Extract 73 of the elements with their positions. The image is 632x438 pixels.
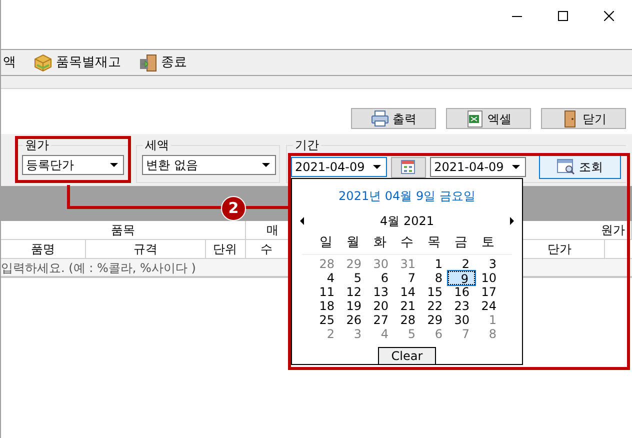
clear-button[interactable]: Clear	[378, 347, 436, 365]
column-header: 규격	[86, 240, 206, 258]
search-window-icon	[556, 159, 575, 175]
left-arrow-icon	[300, 217, 304, 225]
group-label: 원가	[23, 139, 51, 151]
calendar-day[interactable]: 30	[448, 313, 474, 327]
spreadsheet-icon	[466, 110, 484, 128]
calendar-day[interactable]: 17	[474, 285, 502, 299]
calendar-day[interactable]: 1	[474, 313, 502, 327]
group-label: 세액	[143, 139, 171, 151]
calendar-day[interactable]: 16	[448, 285, 474, 299]
dropdown[interactable]: 변환 없음	[142, 155, 276, 175]
calendar-day[interactable]: 27	[366, 313, 394, 327]
calendar-day[interactable]: 18	[312, 299, 340, 313]
calendar-day[interactable]: 24	[474, 299, 502, 313]
calendar-day[interactable]: 12	[340, 285, 366, 299]
calendar-day[interactable]: 28	[312, 257, 340, 271]
prev-month-button[interactable]	[300, 217, 304, 225]
calendar-day[interactable]: 3	[474, 257, 502, 271]
toolbar-button[interactable]: 엑셀	[446, 108, 531, 129]
next-month-button[interactable]	[510, 217, 514, 225]
calendar-date-title: 2021년 04월 9일 금요일	[338, 188, 476, 205]
caret-icon	[110, 163, 118, 167]
calendar-day[interactable]: 22	[420, 299, 448, 313]
calendar-day[interactable]: 15	[420, 285, 448, 299]
maximize-icon	[558, 11, 568, 21]
toolbar-button[interactable]: 출력	[351, 108, 436, 129]
toolbar-button[interactable]: 닫기	[541, 108, 626, 129]
calendar-day[interactable]: 13	[366, 285, 394, 299]
calendar-day[interactable]: 29	[340, 257, 366, 271]
calendar-day[interactable]: 23	[448, 299, 474, 313]
calendar-day[interactable]: 30	[366, 257, 394, 271]
exit-door-icon	[139, 54, 157, 72]
calendar-day[interactable]: 31	[394, 257, 420, 271]
caret-icon	[372, 165, 381, 169]
calendar-day[interactable]: 3	[340, 327, 366, 341]
toolbar-item[interactable]: 품목별재고	[32, 52, 123, 72]
calendar-day[interactable]: 19	[340, 299, 366, 313]
calendar-day[interactable]: 28	[394, 313, 420, 327]
calendar-day[interactable]: 5	[394, 327, 420, 341]
dropdown[interactable]: 2021-04-09	[291, 157, 387, 177]
box-icon	[34, 54, 52, 72]
column-header: 품명	[1, 240, 86, 258]
calendar-day[interactable]: 7	[448, 327, 474, 341]
calendar-day[interactable]: 26	[340, 313, 366, 327]
calendar-day[interactable]: 9	[448, 271, 474, 285]
toolbar-item[interactable]: 액	[1, 52, 18, 72]
calendar-day[interactable]: 8	[474, 327, 502, 341]
calendar-day[interactable]: 4	[366, 327, 394, 341]
column-header: 수	[246, 240, 289, 258]
calendar-day[interactable]: 6	[420, 327, 448, 341]
column-header: 단위	[206, 240, 246, 258]
close-icon	[604, 11, 614, 21]
right-arrow-icon	[510, 217, 514, 225]
toolbar-item[interactable]: 종료	[137, 52, 189, 72]
dropdown[interactable]: 2021-04-09	[430, 157, 526, 177]
search-button[interactable]: 조회	[538, 155, 621, 179]
caret-icon	[512, 165, 520, 169]
calendar-day[interactable]: 2	[312, 327, 340, 341]
dropdown[interactable]: 등록단가	[22, 155, 124, 175]
printer-icon	[370, 110, 388, 128]
calendar-day[interactable]: 25	[312, 313, 340, 327]
calendar-day[interactable]: 29	[420, 313, 448, 327]
calendar-day[interactable]: 11	[312, 285, 340, 299]
calendar-day[interactable]: 14	[394, 285, 420, 299]
calendar-day[interactable]: 20	[366, 299, 394, 313]
calendar-day[interactable]: 2	[448, 257, 474, 271]
calendar-button[interactable]	[390, 156, 426, 178]
calendar-day[interactable]: 21	[394, 299, 420, 313]
caret-icon	[262, 163, 270, 167]
group-label: 기간	[293, 139, 321, 151]
calendar-day[interactable]: 1	[420, 257, 448, 271]
calendar-icon	[401, 160, 416, 174]
